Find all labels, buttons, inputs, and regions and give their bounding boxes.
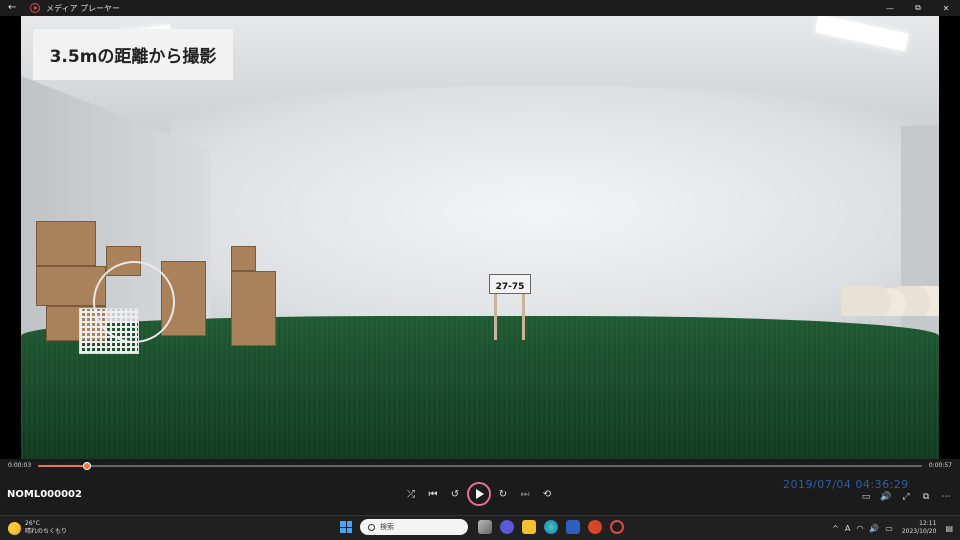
sun-icon (8, 521, 21, 535)
ime-icon[interactable]: A (845, 524, 850, 533)
player-controls: 0:00:03 0:00:57 NOML000002 ⤮ ⏮ ↺ ↻ ⏭ ⟲ 2… (0, 459, 960, 515)
caption-overlay: 3.5mの距離から撮影 (33, 29, 233, 80)
white-objects (841, 286, 939, 316)
clock[interactable]: 12:11 2023/10/20 (902, 520, 937, 536)
window-controls: — ⧉ ✕ (876, 0, 960, 16)
search-placeholder: 検索 (380, 523, 394, 531)
laundry-basket (79, 308, 139, 354)
fullscreen-icon[interactable]: ⤢ (895, 485, 917, 509)
cast-icon[interactable]: ⧉ (915, 485, 937, 509)
file-name: NOML000002 (7, 489, 82, 500)
duration: 0:00:57 (928, 462, 952, 469)
seek-progress (38, 465, 87, 467)
volume-icon[interactable]: 🔊 (875, 485, 897, 509)
forward-icon[interactable]: ↻ (491, 482, 515, 506)
weather-temp: 26°C (25, 520, 40, 527)
teams-chat-icon[interactable] (500, 520, 514, 534)
media-player-icon (30, 3, 40, 13)
wifi-icon[interactable]: ◠ (856, 524, 863, 533)
minimize-button[interactable]: — (876, 0, 904, 16)
system-tray: ^ A ◠ 🔊 ▭ 12:11 2023/10/20 ▤ (829, 520, 956, 536)
battery-icon[interactable]: ▭ (885, 524, 893, 533)
stand-leg (522, 294, 525, 340)
stand-leg (494, 294, 497, 340)
windows-start-icon[interactable] (340, 521, 352, 533)
maximize-button[interactable]: ⧉ (904, 0, 932, 16)
seek-thumb[interactable] (82, 462, 91, 470)
search-icon (368, 523, 375, 531)
current-time: 0:00:03 (8, 462, 32, 469)
word-icon[interactable] (566, 520, 580, 534)
taskbar: 26°C 晴れのちくもり 検索 ^ A ◠ 🔊 ▭ 12:11 2023/10/… (0, 515, 960, 540)
sound-icon[interactable]: 🔊 (869, 524, 879, 533)
back-button[interactable]: ← (8, 2, 16, 13)
task-view-icon[interactable] (478, 520, 492, 534)
shuffle-icon[interactable]: ⤮ (399, 482, 423, 506)
seek-bar[interactable] (38, 462, 922, 470)
taskbar-apps: 検索 (340, 519, 628, 535)
powerpoint-icon[interactable] (588, 520, 602, 534)
play-button[interactable] (467, 482, 491, 506)
rewind-icon[interactable]: ↺ (443, 482, 467, 506)
clock-time: 12:11 (919, 520, 937, 527)
video-frame[interactable]: 27-75 3.5mの距離から撮影 (21, 16, 939, 459)
license-plate: 27-75 (489, 274, 531, 294)
more-icon[interactable]: ⋯ (935, 485, 957, 509)
miniplayer-icon[interactable]: ▭ (855, 485, 877, 509)
app-title: メディア プレーヤー (46, 3, 120, 13)
weather-desc: 晴れのちくもり (25, 528, 68, 535)
taskbar-search[interactable]: 検索 (360, 519, 468, 535)
title-bar: ← メディア プレーヤー — ⧉ ✕ (0, 0, 960, 16)
weather-widget[interactable]: 26°C 晴れのちくもり (8, 520, 67, 536)
media-player-task-icon[interactable] (610, 520, 624, 534)
previous-icon[interactable]: ⏮ (421, 482, 445, 506)
repeat-icon[interactable]: ⟲ (535, 482, 559, 506)
right-controls: ▭ 🔊 ⤢ ⧉ ⋯ (856, 485, 956, 509)
video-back-wall (171, 86, 911, 336)
clock-date: 2023/10/20 (901, 528, 937, 535)
edge-browser-icon[interactable] (544, 520, 558, 534)
next-icon[interactable]: ⏭ (513, 482, 537, 506)
notification-icon[interactable]: ▤ (945, 524, 953, 533)
tray-chevron-icon[interactable]: ^ (832, 524, 839, 533)
file-explorer-icon[interactable] (522, 520, 536, 534)
transport-controls: ⤮ ⏮ ↺ ↻ ⏭ ⟲ (400, 482, 558, 506)
close-button[interactable]: ✕ (932, 0, 960, 16)
